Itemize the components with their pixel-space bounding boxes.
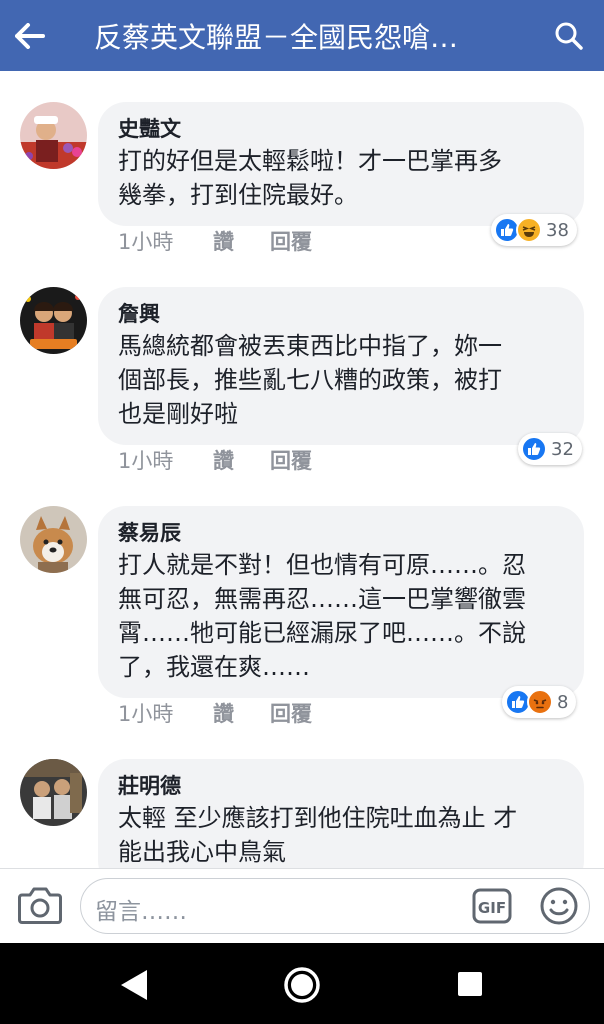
comment-bubble[interactable]: 莊明德 太輕 至少應該打到他住院吐血為止 才 能出我心中鳥氣: [98, 759, 584, 868]
comment-author[interactable]: 蔡易辰: [118, 518, 564, 548]
comment-text-line: 霄……牠可能已經漏尿了吧……。不說: [118, 619, 526, 647]
nav-recents-button[interactable]: [455, 969, 485, 999]
emoji-button[interactable]: [539, 886, 579, 926]
comment-bubble[interactable]: 蔡易辰 打人就是不對！但也情有可原……。忍 無可忍，無需再忍……這一巴掌響徹雲 …: [98, 506, 584, 698]
comment-timestamp[interactable]: 1小時: [118, 226, 213, 256]
avatar[interactable]: [20, 102, 87, 169]
like-reaction-icon: [521, 436, 547, 462]
nav-home-button[interactable]: [282, 965, 322, 1005]
comment-actions: 1小時 讚 回覆: [118, 445, 312, 475]
nav-back-button[interactable]: [115, 965, 155, 1005]
reaction-summary[interactable]: 38: [491, 214, 577, 246]
comment-timestamp[interactable]: 1小時: [118, 445, 213, 475]
comment-bubble[interactable]: 詹興 馬總統都會被丟東西比中指了，妳一 個部長，推些亂七八糟的政策，被打 也是剛…: [98, 287, 584, 445]
reply-button[interactable]: 回覆: [270, 226, 312, 256]
search-icon: [555, 22, 583, 50]
comment-bubble[interactable]: 史豔文 打的好但是太輕鬆啦！才一巴掌再多 幾拳，打到住院最好。: [98, 102, 584, 226]
comment-text-line: 能出我心中鳥氣: [118, 838, 286, 866]
top-bar: 反蔡英文聯盟－全國民怨嗆…: [0, 0, 604, 71]
comment-text-line: 打的好但是太輕鬆啦！才一巴掌再多: [118, 147, 502, 175]
circle-home-icon: [284, 967, 320, 1003]
like-button[interactable]: 讚: [213, 698, 270, 728]
gif-button[interactable]: GIF: [472, 888, 512, 924]
comment-text-line: 也是剛好啦: [118, 400, 238, 428]
comment-actions: 1小時 讚 回覆: [118, 226, 312, 256]
comment-list[interactable]: 史豔文 打的好但是太輕鬆啦！才一巴掌再多 幾拳，打到住院最好。 1小時 讚 回覆…: [0, 71, 604, 868]
like-button[interactable]: 讚: [213, 445, 270, 475]
comment-text-line: 了，我還在爽……: [118, 653, 310, 681]
reaction-summary[interactable]: 32: [518, 433, 582, 465]
square-recents-icon: [458, 972, 482, 996]
reaction-count: 38: [546, 219, 569, 241]
camera-icon: [18, 887, 62, 924]
back-arrow-icon: [15, 22, 45, 49]
gif-icon: GIF: [472, 888, 512, 924]
comment-input[interactable]: 留言…… GIF: [80, 878, 590, 934]
svg-text:GIF: GIF: [478, 899, 506, 917]
smiley-icon: [540, 887, 578, 925]
comment-author[interactable]: 史豔文: [118, 114, 564, 144]
group-title: 反蔡英文聯盟－全國民怨嗆…: [94, 20, 459, 54]
comment-actions: 1小時 讚 回覆: [118, 698, 312, 728]
reaction-count: 8: [557, 691, 569, 713]
angry-reaction-icon: [527, 689, 553, 715]
reply-button[interactable]: 回覆: [270, 445, 312, 475]
comment-text-line: 打人就是不對！但也情有可原……。忍: [118, 551, 526, 579]
triangle-back-icon: [121, 970, 147, 1000]
comment-text-line: 幾拳，打到住院最好。: [118, 181, 358, 209]
avatar[interactable]: [20, 506, 87, 573]
comment-text-line: 無可忍，無需再忍……這一巴掌響徹雲: [118, 585, 526, 613]
comment-composer: 留言…… GIF: [0, 868, 604, 943]
search-button[interactable]: [534, 0, 604, 71]
camera-button[interactable]: [16, 883, 64, 927]
avatar[interactable]: [20, 287, 87, 354]
like-button[interactable]: 讚: [213, 226, 270, 256]
system-nav-bar: [0, 943, 604, 1024]
haha-reaction-icon: [516, 217, 542, 243]
avatar[interactable]: [20, 759, 87, 826]
comment-timestamp[interactable]: 1小時: [118, 698, 213, 728]
comment-text-line: 馬總統都會被丟東西比中指了，妳一: [118, 332, 502, 360]
reaction-summary[interactable]: 8: [502, 686, 577, 718]
comment-text-line: 個部長，推些亂七八糟的政策，被打: [118, 366, 502, 394]
comment-author[interactable]: 詹興: [118, 299, 564, 329]
back-button[interactable]: [0, 0, 60, 71]
comment-author[interactable]: 莊明德: [118, 771, 564, 801]
comment-text-line: 太輕 至少應該打到他住院吐血為止 才: [118, 804, 518, 832]
reaction-count: 32: [551, 438, 574, 460]
reply-button[interactable]: 回覆: [270, 698, 312, 728]
comment-input-placeholder: 留言……: [95, 899, 187, 925]
